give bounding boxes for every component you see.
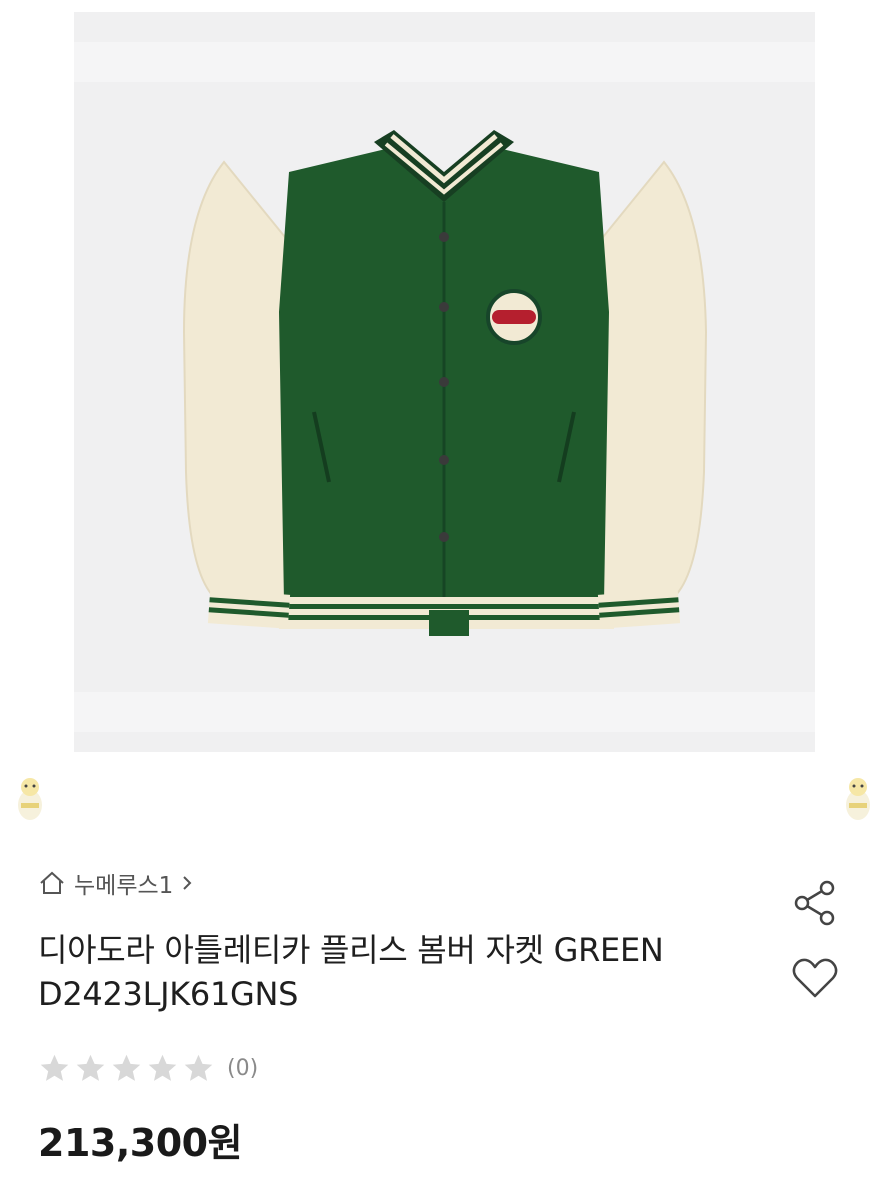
like-button[interactable] (790, 953, 840, 1003)
home-icon (38, 870, 66, 896)
jacket-illustration (74, 42, 815, 732)
product-image[interactable] (74, 12, 815, 752)
rating: (0) (38, 1048, 258, 1088)
star-icon (112, 1054, 141, 1081)
star-icon (184, 1054, 213, 1081)
heart-icon (792, 958, 838, 998)
star-rating (38, 1052, 215, 1085)
star-icon (148, 1054, 177, 1081)
product-title-line1: 디아도라 아틀레티카 플리스 봄버 자켓 GREEN (38, 931, 664, 969)
seller-name: 누메루스1 (74, 873, 174, 899)
review-count[interactable]: (0) (227, 1056, 258, 1081)
seller-link[interactable]: 누메루스1 (38, 866, 193, 900)
product-title-line2: D2423LJK61GNS (38, 975, 299, 1013)
share-button[interactable] (789, 876, 841, 930)
star-icon (76, 1054, 105, 1081)
mascot-icon (838, 775, 878, 823)
share-icon (794, 880, 835, 926)
chevron-right-icon (181, 874, 193, 892)
product-detail-page: 누메루스1 디아도라 아틀레티카 플리스 봄버 자켓 GREEN D2423LJ… (0, 0, 889, 1200)
star-icon (40, 1054, 69, 1081)
product-price: 213,300원 (38, 1121, 243, 1165)
product-title: 디아도라 아틀레티카 플리스 봄버 자켓 GREEN D2423LJK61GNS (38, 928, 758, 1016)
mascot-icon (10, 775, 50, 823)
